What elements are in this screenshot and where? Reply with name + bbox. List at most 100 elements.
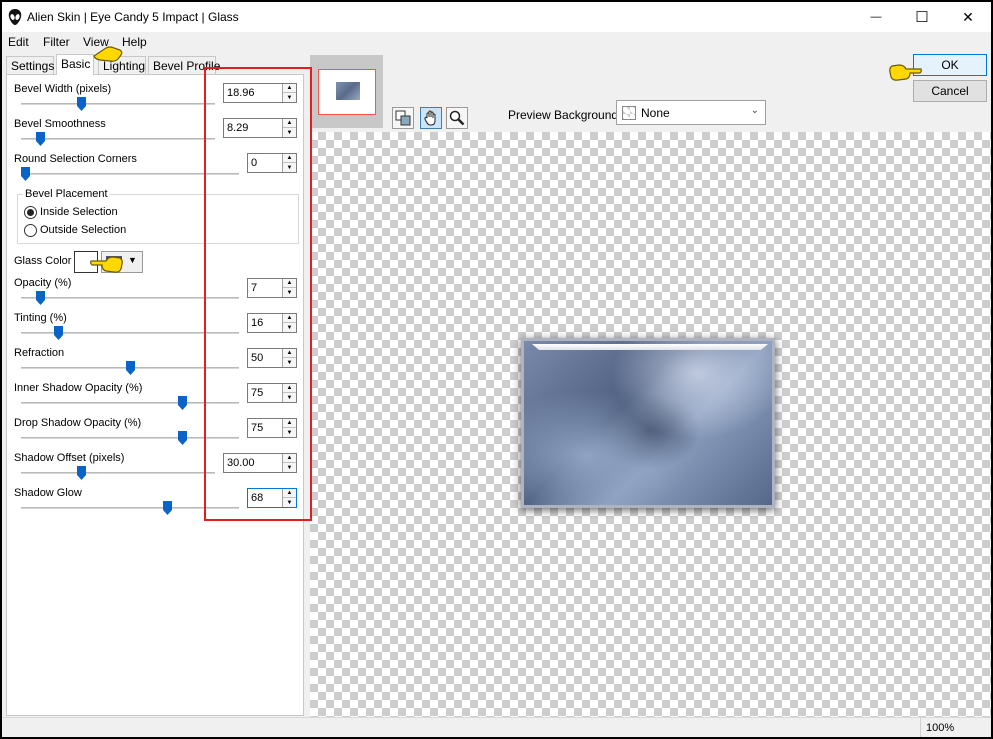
spin-down-icon[interactable]: ▼ xyxy=(283,323,296,332)
inner-shadow-opacity-spinner[interactable]: ▲ ▼ xyxy=(282,384,296,402)
preview-area: Preview Background: None ⌄ xyxy=(308,52,991,717)
shadow-offset-slider-thumb[interactable] xyxy=(76,466,86,480)
tinting-slider-thumb[interactable] xyxy=(54,326,64,340)
tab-bevel-profile[interactable]: Bevel Profile xyxy=(148,56,220,74)
hand-tool-button[interactable] xyxy=(420,107,442,129)
shadow-glow-slider[interactable] xyxy=(21,507,239,509)
spin-up-icon[interactable]: ▲ xyxy=(283,314,296,323)
drop-shadow-opacity-field[interactable]: 75 ▲ ▼ xyxy=(247,418,297,438)
menu-help[interactable]: Help xyxy=(122,35,147,49)
refraction-spinner[interactable]: ▲ ▼ xyxy=(282,349,296,367)
inner-shadow-opacity-field[interactable]: 75 ▲ ▼ xyxy=(247,383,297,403)
bevel-width-slider[interactable] xyxy=(21,103,215,105)
tab-basic-label: Basic xyxy=(61,57,91,71)
tinting-spinner[interactable]: ▲ ▼ xyxy=(282,314,296,332)
round-corners-spinner[interactable]: ▲ ▼ xyxy=(282,154,296,172)
shadow-glow-slider-thumb[interactable] xyxy=(163,501,173,515)
tab-settings[interactable]: Settings xyxy=(6,56,54,74)
shadow-glow-spinner[interactable]: ▲ ▼ xyxy=(282,489,296,507)
close-icon: ✕ xyxy=(962,8,974,25)
bevel-smoothness-slider[interactable] xyxy=(21,138,215,140)
window-title: Alien Skin | Eye Candy 5 Impact | Glass xyxy=(27,10,239,24)
status-divider xyxy=(920,718,921,737)
drop-shadow-opacity-value: 75 xyxy=(251,422,264,434)
navigator-viewport[interactable] xyxy=(318,69,376,115)
tab-basic[interactable]: Basic xyxy=(56,54,94,75)
inner-shadow-opacity-value: 75 xyxy=(251,387,264,399)
spin-up-icon[interactable]: ▲ xyxy=(283,154,296,163)
outside-selection-label[interactable]: Outside Selection xyxy=(40,224,126,236)
menu-filter[interactable]: Filter xyxy=(43,35,70,49)
drop-shadow-opacity-slider[interactable] xyxy=(21,437,239,439)
pointer-hand-icon xyxy=(889,64,922,81)
spin-up-icon[interactable]: ▲ xyxy=(283,84,296,93)
navigator-thumbnail[interactable] xyxy=(310,55,383,128)
menu-edit[interactable]: Edit xyxy=(8,35,29,49)
spin-down-icon[interactable]: ▼ xyxy=(283,498,296,507)
spin-down-icon[interactable]: ▼ xyxy=(283,393,296,402)
drop-shadow-opacity-spinner[interactable]: ▲ ▼ xyxy=(282,419,296,437)
bevel-smoothness-field[interactable]: 8.29 ▲ ▼ xyxy=(223,118,297,138)
hand-icon xyxy=(424,110,436,126)
spin-down-icon[interactable]: ▼ xyxy=(283,288,296,297)
preview-canvas[interactable] xyxy=(310,132,991,717)
cancel-label: Cancel xyxy=(931,84,969,98)
ok-button[interactable]: OK xyxy=(913,54,987,76)
minimize-button[interactable]: — xyxy=(853,2,899,32)
shadow-offset-value: 30.00 xyxy=(227,457,255,469)
ok-label: OK xyxy=(941,58,959,72)
spin-up-icon[interactable]: ▲ xyxy=(283,349,296,358)
round-corners-slider-thumb[interactable] xyxy=(21,167,30,181)
round-corners-slider[interactable] xyxy=(21,173,239,175)
spin-down-icon[interactable]: ▼ xyxy=(283,163,296,172)
refraction-slider-thumb[interactable] xyxy=(125,361,135,375)
inner-shadow-opacity-slider[interactable] xyxy=(21,402,239,404)
spin-down-icon[interactable]: ▼ xyxy=(283,428,296,437)
transparency-icon xyxy=(622,106,636,120)
spin-down-icon[interactable]: ▼ xyxy=(283,358,296,367)
round-corners-field[interactable]: 0 ▲ ▼ xyxy=(247,153,297,173)
bevel-width-slider-thumb[interactable] xyxy=(76,97,86,111)
spin-up-icon[interactable]: ▲ xyxy=(283,384,296,393)
zoom-tool-button[interactable] xyxy=(446,107,468,129)
shadow-offset-label: Shadow Offset (pixels) xyxy=(14,452,125,464)
toggle-preview-button[interactable] xyxy=(392,107,414,129)
bevel-width-field[interactable]: 18.96 ▲ ▼ xyxy=(223,83,297,103)
inside-selection-radio[interactable] xyxy=(24,206,37,219)
spin-down-icon[interactable]: ▼ xyxy=(283,93,296,102)
opacity-field[interactable]: 7 ▲ ▼ xyxy=(247,278,297,298)
shadow-offset-field[interactable]: 30.00 ▲ ▼ xyxy=(223,453,297,473)
inside-selection-label[interactable]: Inside Selection xyxy=(40,206,118,218)
opacity-slider[interactable] xyxy=(21,297,239,299)
refraction-field[interactable]: 50 ▲ ▼ xyxy=(247,348,297,368)
inner-shadow-opacity-slider-thumb[interactable] xyxy=(177,396,187,410)
spin-up-icon[interactable]: ▲ xyxy=(283,489,296,498)
bevel-width-spinner[interactable]: ▲ ▼ xyxy=(282,84,296,102)
spin-down-icon[interactable]: ▼ xyxy=(283,128,296,137)
spin-up-icon[interactable]: ▲ xyxy=(283,119,296,128)
bevel-smoothness-slider-thumb[interactable] xyxy=(35,132,45,146)
pointer-hand-icon xyxy=(93,46,123,62)
opacity-spinner[interactable]: ▲ ▼ xyxy=(282,279,296,297)
bevel-smoothness-spinner[interactable]: ▲ ▼ xyxy=(282,119,296,137)
shadow-offset-spinner[interactable]: ▲ ▼ xyxy=(282,454,296,472)
close-button[interactable]: ✕ xyxy=(945,2,991,32)
menu-bar: Edit Filter View Help xyxy=(2,32,302,52)
spin-up-icon[interactable]: ▲ xyxy=(283,419,296,428)
cancel-button[interactable]: Cancel xyxy=(913,80,987,102)
shadow-glow-field[interactable]: 68 ▲ ▼ xyxy=(247,488,297,508)
opacity-slider-thumb[interactable] xyxy=(35,291,45,305)
spin-up-icon[interactable]: ▲ xyxy=(283,279,296,288)
spin-up-icon[interactable]: ▲ xyxy=(283,454,296,463)
maximize-button[interactable]: ☐ xyxy=(899,2,945,32)
drop-shadow-opacity-label: Drop Shadow Opacity (%) xyxy=(14,417,142,429)
preview-background-select[interactable]: None ⌄ xyxy=(616,100,766,125)
drop-shadow-opacity-slider-thumb[interactable] xyxy=(177,431,187,445)
spin-down-icon[interactable]: ▼ xyxy=(283,463,296,472)
title-bar: Alien Skin | Eye Candy 5 Impact | Glass … xyxy=(2,2,991,32)
shadow-glow-value: 68 xyxy=(251,492,264,504)
outside-selection-radio[interactable] xyxy=(24,224,37,237)
tinting-field[interactable]: 16 ▲ ▼ xyxy=(247,313,297,333)
shadow-offset-slider[interactable] xyxy=(21,472,215,474)
alien-skin-app-icon xyxy=(8,9,22,25)
